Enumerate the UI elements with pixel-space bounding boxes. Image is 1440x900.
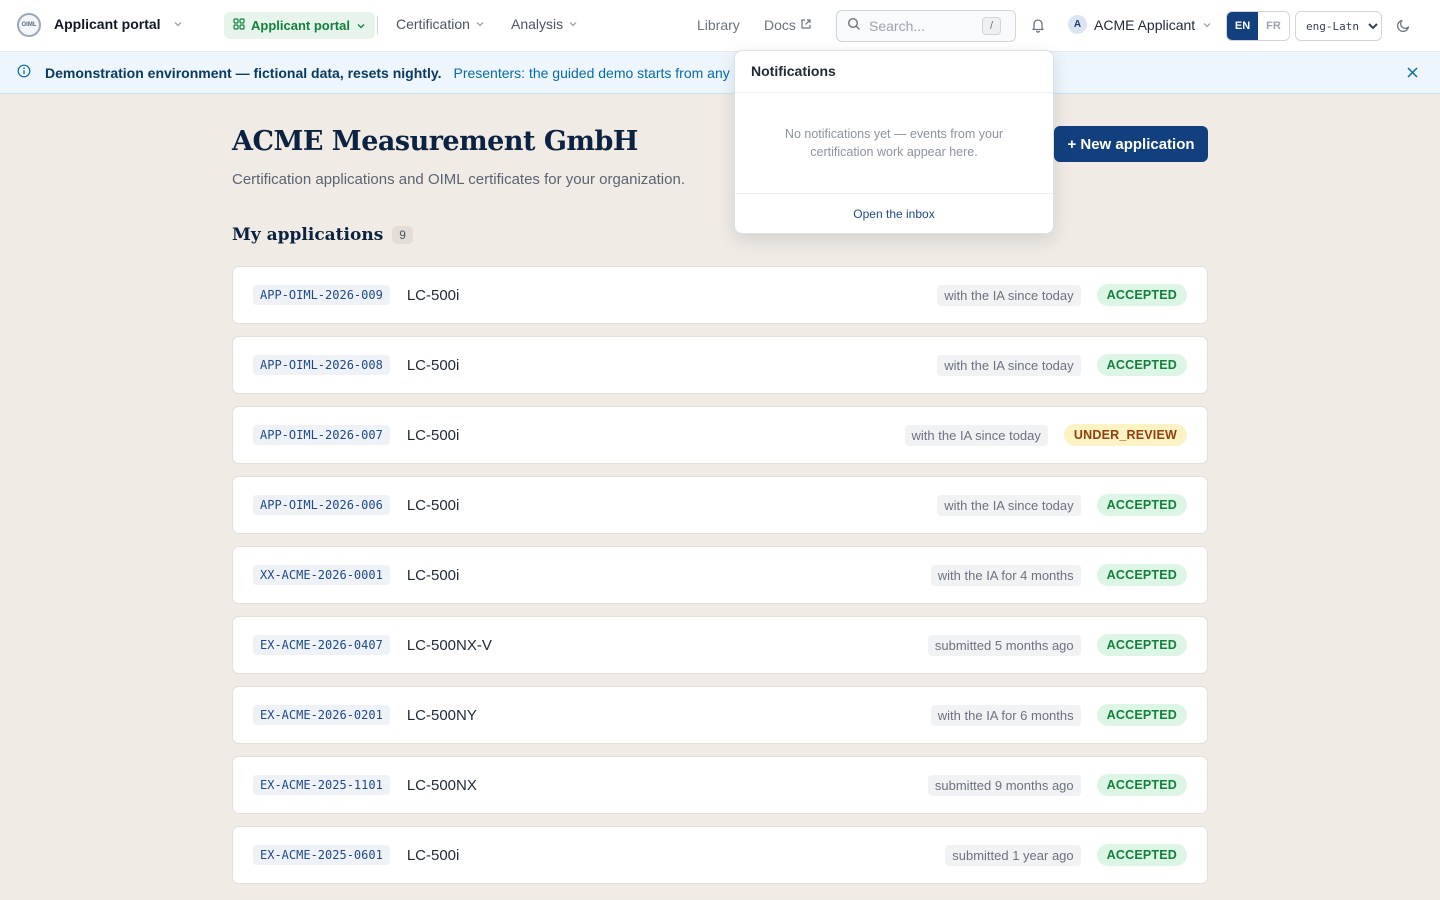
application-age: submitted 1 year ago	[945, 844, 1081, 866]
application-age: with the IA since today	[904, 424, 1048, 446]
nav-analysis[interactable]: Analysis	[511, 16, 578, 32]
application-reference: APP-OIML-2026-008	[253, 355, 390, 375]
application-row[interactable]: EX-ACME-2026-0201 LC-500NY with the IA for…	[232, 686, 1208, 744]
status-badge: ACCEPTED	[1096, 774, 1187, 796]
application-row[interactable]: APP-OIML-2026-006 LC-500i with the IA sinc…	[232, 476, 1208, 534]
app-name: Applicant portal	[54, 16, 161, 32]
applicant-portal-label: Applicant portal	[251, 18, 350, 33]
application-reference: EX-ACME-2025-1101	[253, 775, 390, 795]
oiml-logo[interactable]: OIML	[17, 13, 41, 37]
language-en-button[interactable]: EN	[1227, 12, 1258, 40]
nav-certification-label: Certification	[396, 16, 470, 32]
instrument-model: LC-500i	[406, 566, 460, 584]
app-switcher[interactable]: Applicant portal	[54, 16, 183, 32]
applications-count-badge: 9	[392, 226, 413, 244]
notifications-popover: Notifications No notifications yet — eve…	[734, 50, 1054, 234]
section-title: My applications	[232, 225, 384, 245]
application-reference: APP-OIML-2026-009	[253, 285, 390, 305]
section-heading: My applications 9	[232, 225, 413, 245]
status-badge: ACCEPTED	[1096, 494, 1187, 516]
search-icon	[847, 17, 861, 36]
application-reference: APP-OIML-2026-007	[253, 425, 390, 445]
application-row[interactable]: APP-OIML-2026-008 LC-500i with the IA sinc…	[232, 336, 1208, 394]
status-badge: ACCEPTED	[1096, 704, 1187, 726]
nav-certification[interactable]: Certification	[396, 16, 485, 32]
avatar: A	[1068, 15, 1087, 34]
application-age: with the IA for 6 months	[930, 704, 1081, 726]
dark-mode-moon-icon[interactable]	[1396, 17, 1412, 38]
search-input[interactable]	[869, 18, 974, 34]
instrument-model: LC-500i	[406, 286, 460, 304]
application-reference: EX-ACME-2026-0201	[253, 705, 390, 725]
page-subtitle: Certification applications and OIML cert…	[232, 171, 685, 188]
chevron-down-icon	[475, 19, 485, 29]
notifications-empty-message: No notifications yet — events from your …	[784, 127, 1004, 159]
application-reference: EX-ACME-2026-0407	[253, 635, 390, 655]
chevron-down-icon	[1202, 20, 1212, 30]
application-age: submitted 9 months ago	[927, 774, 1081, 796]
application-age: with the IA for 4 months	[930, 564, 1081, 586]
application-row[interactable]: APP-OIML-2026-007 LC-500i with the IA sinc…	[232, 406, 1208, 464]
page-title: ACME Measurement GmbH	[232, 126, 638, 157]
instrument-model: LC-500NY	[406, 706, 477, 724]
status-badge: UNDER_REVIEW	[1063, 424, 1187, 446]
nav-docs-link[interactable]: Docs	[764, 17, 812, 33]
instrument-model: LC-500NX-V	[406, 636, 492, 654]
docs-label: Docs	[764, 17, 796, 33]
grid-icon	[233, 18, 245, 33]
library-label: Library	[697, 17, 740, 33]
nav-library-link[interactable]: Library	[697, 17, 740, 33]
script-select[interactable]: eng-Latn	[1295, 11, 1382, 41]
chevron-down-icon	[356, 21, 366, 31]
notifications-bell-icon[interactable]	[1030, 17, 1046, 38]
user-name: ACME Applicant	[1094, 16, 1196, 33]
instrument-model: LC-500i	[406, 846, 460, 864]
application-reference: EX-ACME-2025-0601	[253, 845, 390, 865]
application-age: submitted 5 months ago	[927, 634, 1081, 656]
application-row[interactable]: APP-OIML-2026-009 LC-500i with the IA sinc…	[232, 266, 1208, 324]
instrument-model: LC-500NX	[406, 776, 477, 794]
banner-message: Demonstration environment — fictional da…	[45, 64, 442, 81]
applications-list: APP-OIML-2026-009 LC-500i with the IA sinc…	[232, 266, 1208, 896]
application-row[interactable]: EX-ACME-2026-0407 LC-500NX-V submitted 5 m…	[232, 616, 1208, 674]
close-icon[interactable]	[1406, 66, 1419, 82]
external-link-icon	[800, 17, 812, 33]
chevron-down-icon	[173, 19, 183, 29]
banner-presenters-link[interactable]: Presenters: the guided demo starts from …	[453, 65, 768, 81]
applicant-portal-menu[interactable]: Applicant portal	[224, 12, 375, 39]
status-badge: ACCEPTED	[1096, 844, 1187, 866]
application-row[interactable]: XX-ACME-2026-0001 LC-500i with the IA for …	[232, 546, 1208, 604]
application-reference: APP-OIML-2026-006	[253, 495, 390, 515]
application-age: with the IA since today	[937, 354, 1081, 376]
search-box[interactable]: /	[836, 10, 1016, 42]
status-badge: ACCEPTED	[1096, 634, 1187, 656]
top-bar: OIML Applicant portal Applicant portal C…	[0, 0, 1440, 52]
application-reference: XX-ACME-2026-0001	[253, 565, 390, 585]
status-badge: ACCEPTED	[1096, 354, 1187, 376]
instrument-model: LC-500i	[406, 426, 460, 444]
language-toggle: EN FR	[1226, 11, 1290, 41]
status-badge: ACCEPTED	[1096, 564, 1187, 586]
instrument-model: LC-500i	[406, 356, 460, 374]
search-shortcut-key: /	[982, 17, 1001, 35]
demo-banner: Demonstration environment — fictional da…	[0, 52, 1440, 94]
notifications-title: Notifications	[735, 51, 1053, 93]
user-menu[interactable]: A ACME Applicant	[1068, 15, 1212, 34]
instrument-model: LC-500i	[406, 496, 460, 514]
application-row[interactable]: EX-ACME-2025-0601 LC-500i submitted 1 year…	[232, 826, 1208, 884]
status-badge: ACCEPTED	[1096, 284, 1187, 306]
nav-analysis-label: Analysis	[511, 16, 564, 32]
nav-divider	[377, 16, 378, 34]
open-inbox-link[interactable]: Open the inbox	[735, 193, 1053, 233]
info-icon	[17, 64, 31, 81]
chevron-down-icon	[568, 19, 578, 29]
new-application-button[interactable]: + New application	[1054, 126, 1208, 162]
application-age: with the IA since today	[937, 284, 1081, 306]
language-fr-button[interactable]: FR	[1258, 12, 1289, 40]
application-age: with the IA since today	[937, 494, 1081, 516]
application-row[interactable]: EX-ACME-2025-1101 LC-500NX submitted 9 mon…	[232, 756, 1208, 814]
